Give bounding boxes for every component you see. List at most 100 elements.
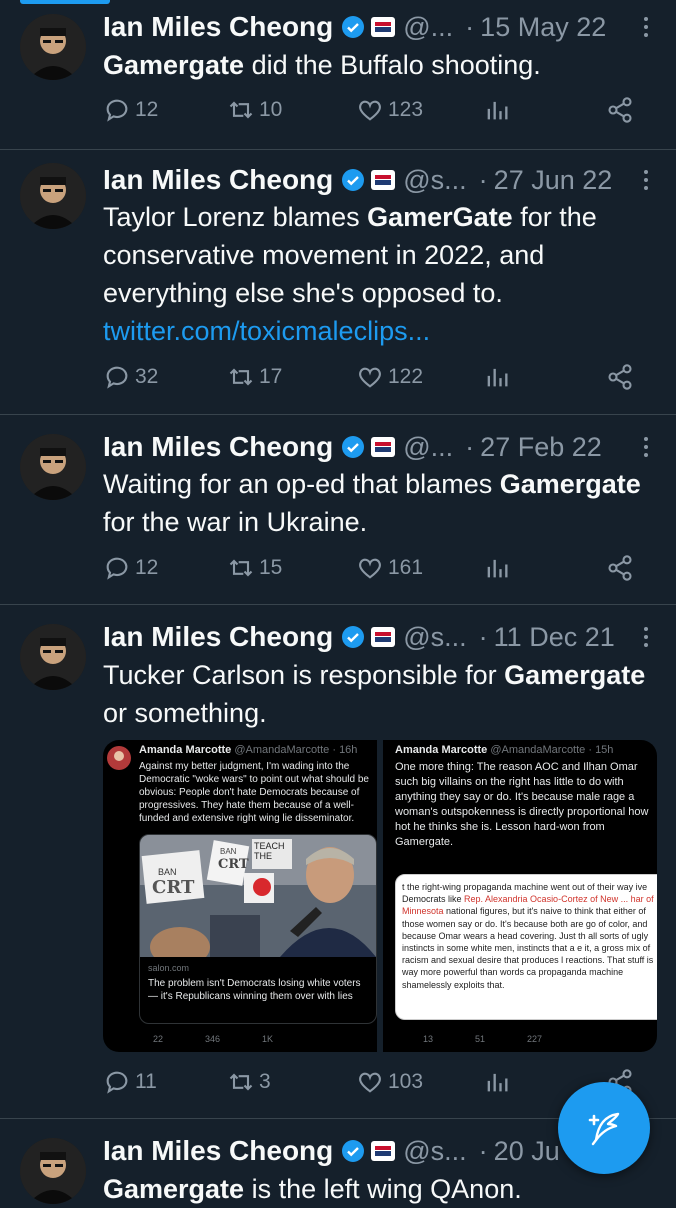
like-count: 123 (388, 98, 424, 121)
views-chart-icon (487, 101, 508, 120)
tweet-text: Gamergate is the left wing QAnon. (103, 1170, 663, 1208)
quoted-reply-count: 13 (423, 1034, 434, 1044)
affiliation-badge-icon (371, 170, 396, 190)
reply-button[interactable]: 11 (103, 1068, 157, 1096)
like-button[interactable]: 103 (356, 1068, 423, 1096)
author-name[interactable]: Ian Miles Cheong (103, 1135, 333, 1167)
tweet-media-gallery[interactable]: Amanda Marcotte @AmandaMarcotte · 16h Ag… (103, 740, 657, 1052)
reply-count: 11 (135, 1070, 157, 1093)
quoted-like-count: 1K (262, 1034, 274, 1044)
reply-button[interactable]: 32 (103, 363, 158, 391)
protest-sign-text: CRT (152, 877, 195, 898)
tweet-link[interactable]: twitter.com/toxicmaleclips... (103, 312, 663, 350)
link-card: BAN CRT BAN CRT TEACH THE salon.com The … (139, 834, 377, 1024)
retweet-button[interactable]: 15 (227, 554, 282, 582)
tweet-date[interactable]: 15 May 22 (480, 12, 606, 43)
author-name[interactable]: Ian Miles Cheong (103, 164, 333, 196)
quoted-metrics: 13 51 227 (423, 1034, 542, 1044)
author-handle[interactable]: @s... (403, 165, 466, 196)
compose-tweet-button[interactable] (558, 1082, 650, 1174)
protest-sign-text: CRT (218, 857, 249, 872)
verified-badge-icon (342, 626, 365, 648)
share-button[interactable] (606, 96, 634, 124)
retweet-button[interactable]: 10 (227, 96, 282, 124)
reply-icon (106, 1071, 128, 1094)
views-button[interactable] (483, 554, 511, 582)
reply-button[interactable]: 12 (103, 554, 158, 582)
like-button[interactable]: 161 (356, 554, 423, 582)
more-options-icon[interactable] (636, 430, 656, 464)
quoted-author-name: Amanda Marcotte (139, 744, 232, 756)
separator-dot: · (465, 11, 475, 42)
quoted-like-count: 227 (527, 1034, 543, 1044)
views-button[interactable] (483, 1068, 511, 1096)
reply-count: 12 (135, 556, 159, 579)
more-options-icon[interactable] (636, 10, 656, 44)
share-button[interactable] (606, 554, 634, 582)
verified-badge-icon (342, 169, 365, 191)
tweet-date[interactable]: 27 Feb 22 (480, 432, 602, 463)
quoted-retweet-count: 51 (475, 1034, 486, 1044)
reply-icon (106, 366, 128, 389)
tweet-header: Ian Miles Cheong @... · 27 Feb 22 (103, 430, 656, 464)
avatar[interactable] (20, 163, 86, 229)
affiliation-badge-icon (371, 17, 396, 37)
quoted-reply-count: 22 (153, 1034, 164, 1044)
protest-sign-text: TEACH THE (254, 841, 285, 861)
tweet-text: Tucker Carlson is responsible for Gamerg… (103, 656, 663, 732)
retweet-button[interactable]: 3 (227, 1068, 271, 1096)
protest-sign-text: BAN (158, 867, 177, 877)
media-image-left[interactable]: Amanda Marcotte @AmandaMarcotte · 16h Ag… (103, 740, 377, 1052)
tweet[interactable]: Ian Miles Cheong @... · 15 May 22 Gamerg… (0, 0, 676, 150)
tweet-text: Gamergate did the Buffalo shooting. (103, 46, 663, 84)
tweet[interactable]: Ian Miles Cheong @s... · 27 Jun 22 Taylo… (0, 149, 676, 415)
avatar[interactable] (20, 434, 86, 500)
avatar[interactable] (20, 624, 86, 690)
verified-badge-icon (342, 1140, 365, 1162)
author-handle[interactable]: @s... (403, 1136, 466, 1167)
tweet-text: Waiting for an op-ed that blames Gamerga… (103, 465, 663, 541)
like-button[interactable]: 123 (356, 96, 423, 124)
views-button[interactable] (483, 363, 511, 391)
views-button[interactable] (483, 96, 511, 124)
like-button[interactable]: 122 (356, 363, 423, 391)
article-excerpt: t the right-wing propaganda machine went… (395, 874, 657, 1020)
avatar[interactable] (20, 1138, 86, 1204)
media-image-right[interactable]: Amanda Marcotte @AmandaMarcotte · 15h On… (383, 740, 657, 1052)
tweet-date[interactable]: 27 Jun 22 (494, 165, 613, 196)
retweet-count: 10 (259, 98, 283, 121)
more-options-icon[interactable] (636, 163, 656, 197)
reply-count: 12 (135, 98, 159, 121)
tweet-text-pre: Waiting for an op-ed that blames (103, 469, 500, 499)
compose-feather-icon (588, 1112, 620, 1146)
author-handle[interactable]: @... (403, 12, 453, 43)
tweet-date[interactable]: 20 Ju (494, 1136, 560, 1167)
author-name[interactable]: Ian Miles Cheong (103, 621, 333, 653)
tweet[interactable]: Ian Miles Cheong @... · 27 Feb 22 Waitin… (0, 414, 676, 605)
hashtag-term: GamerGate (367, 202, 513, 232)
share-button[interactable] (606, 363, 634, 391)
retweet-icon (229, 368, 253, 386)
tweet-header: Ian Miles Cheong @s... · 27 Jun 22 (103, 163, 656, 197)
quoted-author-name: Amanda Marcotte (395, 744, 488, 756)
author-name[interactable]: Ian Miles Cheong (103, 11, 333, 43)
tweet-text-pre: Taylor Lorenz blames (103, 202, 368, 232)
quoted-author-handle: @AmandaMarcotte · 15h (490, 744, 614, 756)
tweet-header: Ian Miles Cheong @s... · 11 Dec 21 (103, 620, 656, 654)
avatar[interactable] (20, 14, 86, 80)
like-count: 122 (388, 365, 424, 388)
affiliation-badge-icon (371, 627, 396, 647)
tweet-text-rest: for the war in Ukraine. (103, 507, 368, 537)
author-handle[interactable]: @s... (403, 622, 466, 653)
tweet-actions: 12 15 161 (103, 554, 643, 590)
tweet-date[interactable]: 11 Dec 21 (494, 622, 615, 653)
affiliation-badge-icon (371, 437, 396, 457)
reply-icon (106, 99, 128, 122)
reply-button[interactable]: 12 (103, 96, 158, 124)
views-chart-icon (487, 368, 508, 387)
reply-icon (106, 557, 128, 580)
retweet-button[interactable]: 17 (227, 363, 282, 391)
author-name[interactable]: Ian Miles Cheong (103, 431, 333, 463)
author-handle[interactable]: @... (403, 432, 453, 463)
more-options-icon[interactable] (636, 620, 656, 654)
